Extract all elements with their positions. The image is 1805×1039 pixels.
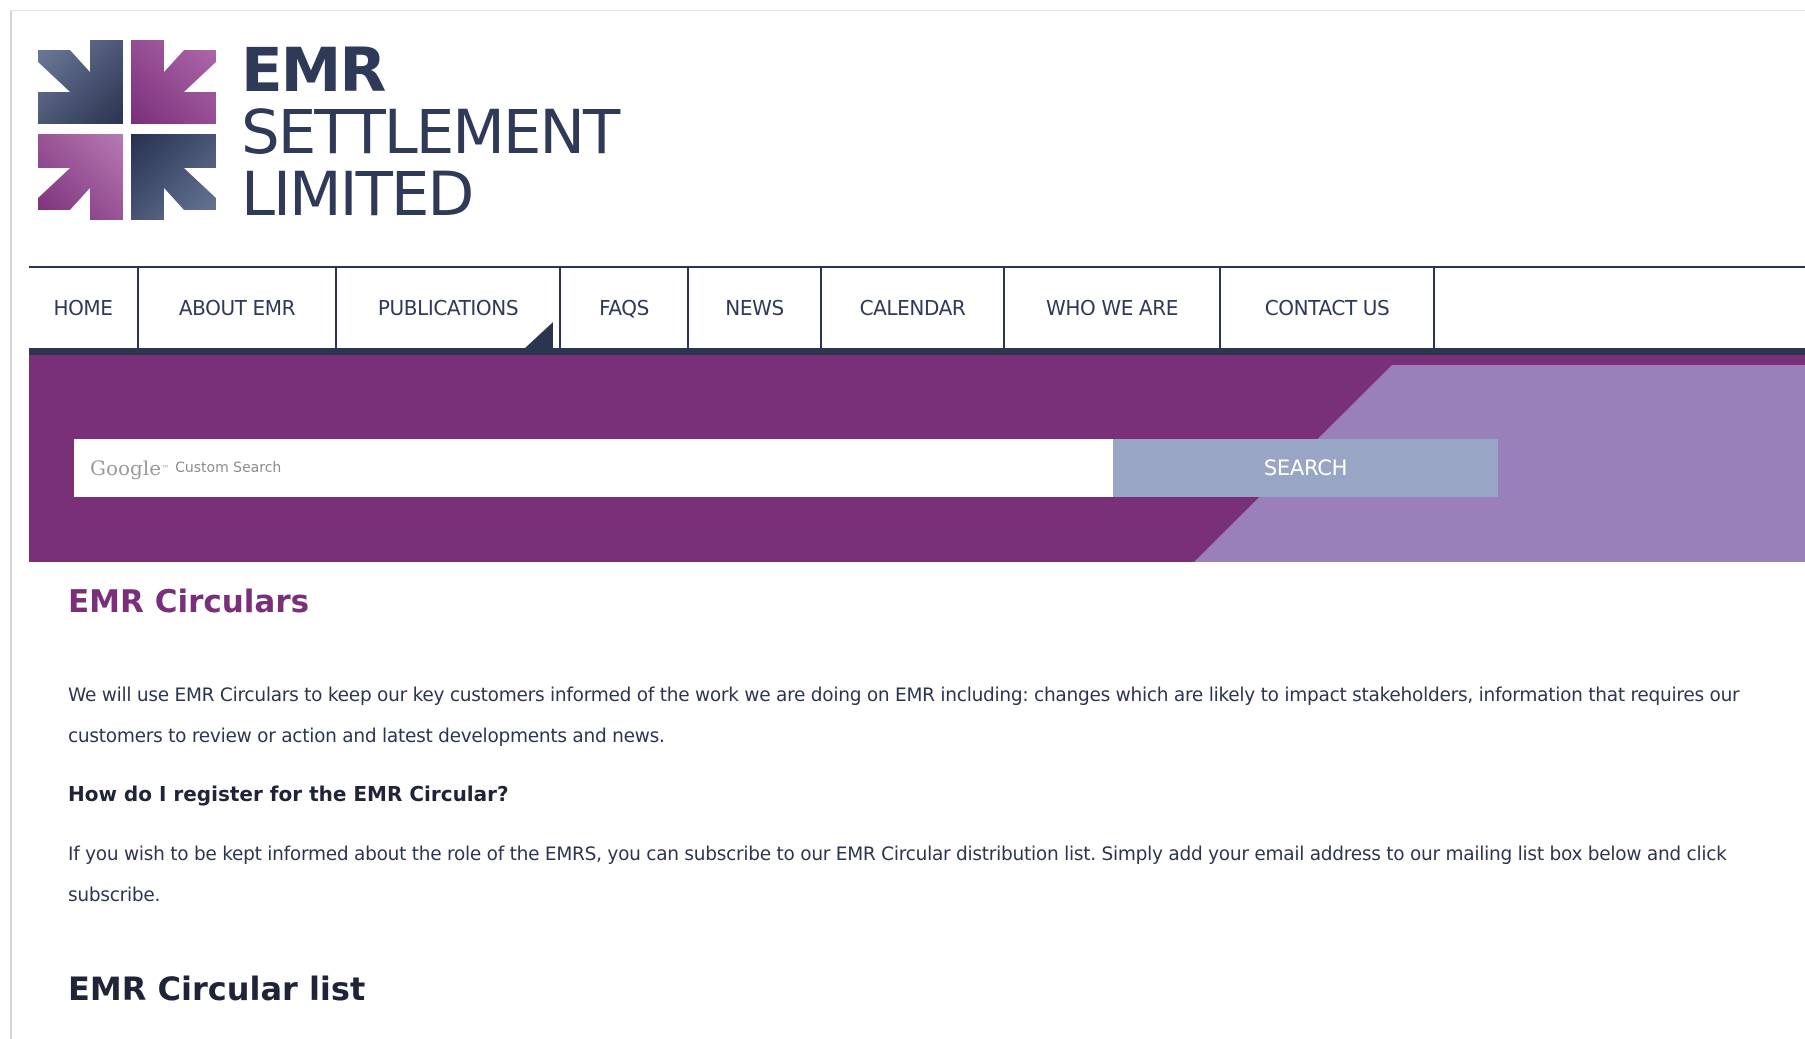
google-brand-text: Google	[90, 456, 162, 480]
page-top-border	[10, 10, 1805, 11]
circular-list-heading: EMR Circular list	[68, 970, 366, 1008]
register-heading: How do I register for the EMR Circular?	[68, 782, 509, 806]
nav-item-label: PUBLICATIONS	[377, 296, 519, 320]
search-button[interactable]: SEARCH	[1113, 439, 1498, 497]
nav-item-about-emr[interactable]: ABOUT EMR	[139, 268, 337, 348]
logo-line-3: LIMITED	[241, 159, 474, 230]
nav-item-label: FAQS	[599, 296, 649, 320]
intro-paragraph: We will use EMR Circulars to keep our ke…	[68, 685, 1740, 747]
nav-item-who-we-are[interactable]: WHO WE ARE	[1005, 268, 1221, 348]
register-paragraph: If you wish to be kept informed about th…	[68, 844, 1727, 906]
nav-item-news[interactable]: NEWS	[689, 268, 822, 348]
logo-wordmark: EMR SETTLEMENT LIMITED	[241, 40, 721, 226]
page-title: EMR Circulars	[68, 584, 310, 620]
search-placeholder: Custom Search	[175, 460, 282, 476]
emr-logo-mark-icon	[38, 40, 216, 220]
nav-item-label: ABOUT EMR	[178, 296, 296, 320]
nav-item-calendar[interactable]: CALENDAR	[822, 268, 1005, 348]
trademark-mark: ™	[161, 463, 170, 473]
nav-item-faqs[interactable]: FAQS	[561, 268, 689, 348]
page-left-border	[10, 10, 12, 1039]
nav-item-home[interactable]: HOME	[29, 268, 139, 348]
nav-item-label: NEWS	[725, 296, 784, 320]
nav-item-label: WHO WE ARE	[1046, 296, 1178, 320]
logo-line-1: EMR	[241, 35, 386, 106]
active-tab-indicator	[525, 322, 553, 348]
site-logo[interactable]: EMR SETTLEMENT LIMITED	[38, 40, 738, 230]
search-input[interactable]: Google ™ Custom Search	[74, 439, 1113, 497]
main-nav: HOME ABOUT EMR PUBLICATIONS FAQS NEWS CA…	[29, 266, 1805, 355]
nav-item-label: HOME	[53, 296, 113, 320]
logo-line-2: SETTLEMENT	[241, 97, 620, 168]
nav-item-contact-us[interactable]: CONTACT US	[1221, 268, 1435, 348]
page: EMR SETTLEMENT LIMITED HOME ABOUT EMR PU…	[0, 0, 1805, 1039]
nav-item-label: CALENDAR	[859, 296, 966, 320]
nav-item-label: CONTACT US	[1264, 296, 1390, 320]
